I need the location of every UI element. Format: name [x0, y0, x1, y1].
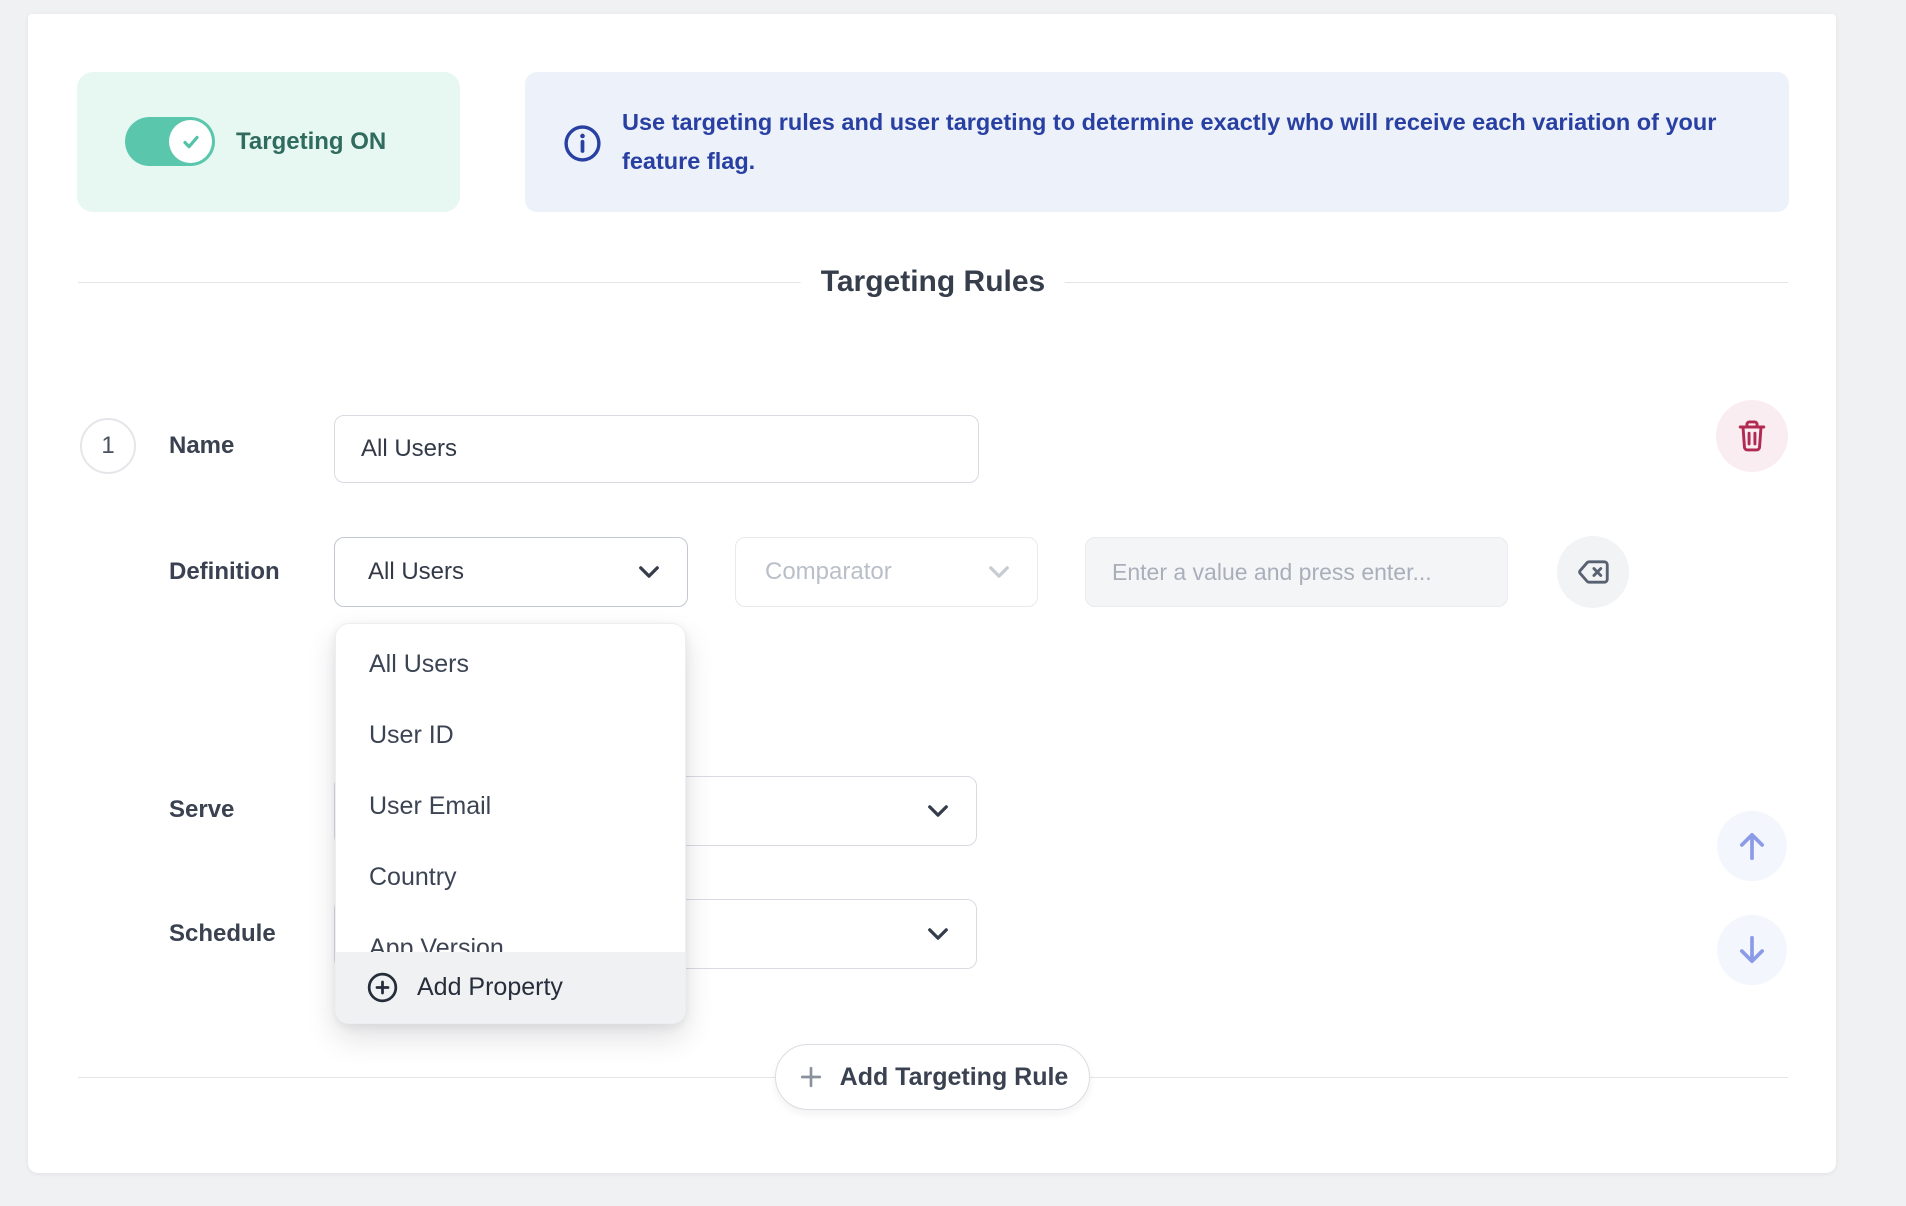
- info-banner-text: Use targeting rules and user targeting t…: [622, 103, 1732, 181]
- add-property-item[interactable]: Add Property: [336, 952, 685, 1023]
- definition-label: Definition: [169, 557, 280, 587]
- move-rule-up-button[interactable]: [1717, 811, 1787, 881]
- rule-number-badge: 1: [80, 418, 136, 474]
- property-dropdown-options: All Users User ID User Email Country App…: [336, 624, 685, 954]
- comparator-select[interactable]: Comparator: [735, 537, 1038, 607]
- info-banner: Use targeting rules and user targeting t…: [525, 72, 1789, 212]
- comparator-select-placeholder: Comparator: [736, 558, 892, 586]
- targeting-card: Targeting ON Use targeting rules and use…: [28, 14, 1836, 1173]
- arrow-up-icon: [1731, 825, 1773, 867]
- targeting-toggle-container: Targeting ON: [77, 72, 460, 212]
- targeting-toggle-label: Targeting ON: [236, 72, 386, 212]
- info-icon: [562, 123, 603, 164]
- plus-circle-icon: [366, 971, 399, 1004]
- dropdown-option-country[interactable]: Country: [336, 842, 685, 913]
- add-targeting-rule-label: Add Targeting Rule: [840, 1063, 1069, 1092]
- chevron-down-icon: [927, 927, 949, 941]
- arrow-down-icon: [1731, 929, 1773, 971]
- clear-value-button[interactable]: [1557, 536, 1629, 608]
- section-title: Targeting Rules: [801, 263, 1065, 301]
- move-rule-down-button[interactable]: [1717, 915, 1787, 985]
- property-select-value: All Users: [335, 558, 464, 586]
- dropdown-option-app-version[interactable]: App Version: [336, 913, 685, 954]
- chevron-down-icon: [988, 565, 1010, 579]
- name-label: Name: [169, 431, 234, 461]
- dropdown-option-user-id[interactable]: User ID: [336, 700, 685, 771]
- chevron-down-icon: [927, 804, 949, 818]
- toggle-knob: [169, 120, 212, 163]
- delete-rule-button[interactable]: [1716, 400, 1788, 472]
- chevron-down-icon: [638, 565, 660, 579]
- add-property-label: Add Property: [417, 973, 563, 1002]
- dropdown-option-all-users[interactable]: All Users: [336, 629, 685, 700]
- trash-icon: [1734, 418, 1770, 454]
- property-select[interactable]: All Users: [334, 537, 688, 607]
- backspace-icon: [1575, 554, 1611, 590]
- plus-icon: [797, 1063, 825, 1091]
- rule-name-input[interactable]: [334, 415, 979, 483]
- property-dropdown-menu: All Users User ID User Email Country App…: [335, 623, 686, 1024]
- serve-label: Serve: [169, 795, 234, 825]
- check-icon: [180, 131, 202, 153]
- add-targeting-rule-button[interactable]: Add Targeting Rule: [775, 1044, 1090, 1110]
- dropdown-option-user-email[interactable]: User Email: [336, 771, 685, 842]
- comparison-value-input[interactable]: [1085, 537, 1508, 607]
- schedule-label: Schedule: [169, 919, 276, 949]
- targeting-toggle[interactable]: [125, 117, 215, 166]
